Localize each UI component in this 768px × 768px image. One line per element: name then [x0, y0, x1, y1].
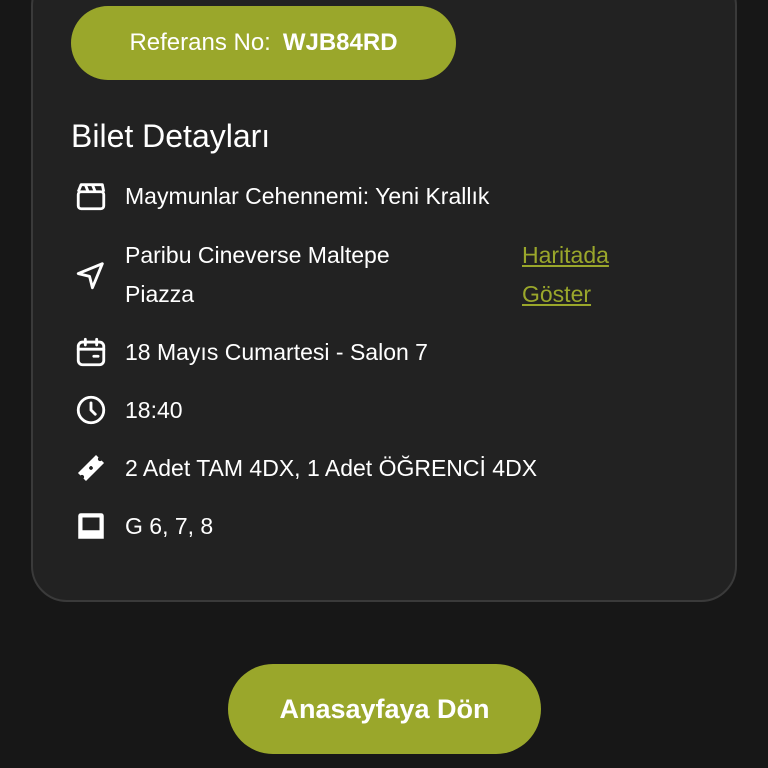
showtime: 18:40 — [125, 396, 183, 423]
navigation-arrow-icon — [71, 255, 111, 295]
seat-numbers: G 6, 7, 8 — [125, 512, 214, 539]
venue-name: Paribu Cineverse Maltepe Piazza — [125, 242, 390, 307]
calendar-icon — [71, 332, 111, 372]
clock-icon — [71, 390, 111, 430]
movie-title: Maymunlar Cehennemi: Yeni Krallık — [125, 182, 490, 209]
return-home-button[interactable]: Anasayfaya Dön — [228, 664, 541, 754]
clapperboard-icon — [71, 176, 111, 216]
tickets-row: 2 Adet TAM 4DX, 1 Adet ÖĞRENCİ 4DX — [71, 448, 537, 488]
venue-row: Paribu Cineverse Maltepe Piazza — [71, 236, 445, 314]
seats-row: G 6, 7, 8 — [71, 506, 213, 546]
time-row: 18:40 — [71, 390, 183, 430]
reference-code: WJB84RD — [282, 29, 398, 56]
reference-label: Referans No: — [129, 29, 271, 56]
date-hall: 18 Mayıs Cumartesi - Salon 7 — [125, 338, 428, 365]
ticket-icon — [71, 448, 111, 488]
section-title: Bilet Detayları — [71, 118, 271, 154]
show-on-map-link[interactable]: Haritada Göster — [522, 236, 642, 314]
movie-row: Maymunlar Cehennemi: Yeni Krallık — [71, 176, 489, 216]
date-row: 18 Mayıs Cumartesi - Salon 7 — [71, 332, 428, 372]
ticket-confirmation-screen: Referans No: WJB84RD Bilet Detayları May… — [0, 0, 768, 768]
ticket-types: 2 Adet TAM 4DX, 1 Adet ÖĞRENCİ 4DX — [125, 454, 538, 481]
seat-icon — [71, 506, 111, 546]
reference-number-badge: Referans No: WJB84RD — [71, 6, 456, 80]
